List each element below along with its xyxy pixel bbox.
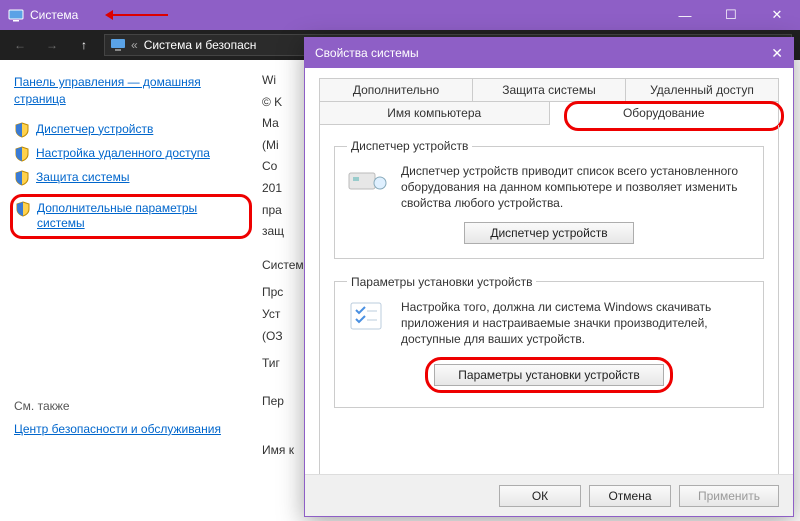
- nav-back-button[interactable]: ←: [8, 33, 32, 57]
- sidebar-item-label: Дополнительные параметры системы: [37, 201, 245, 232]
- ok-button[interactable]: ОК: [499, 485, 581, 507]
- sidebar-item-protection[interactable]: Защита системы: [14, 170, 252, 186]
- device-manager-icon: [347, 163, 389, 197]
- annotation-highlight: Параметры установки устройств: [425, 357, 673, 393]
- main-titlebar: Система — ☐ ✕: [0, 0, 800, 30]
- cropped-text: Уст: [262, 304, 304, 326]
- annotation-arrow: [108, 14, 168, 16]
- nav-forward-button[interactable]: →: [40, 33, 64, 57]
- sidebar-item-device-manager[interactable]: Диспетчер устройств: [14, 122, 252, 138]
- shield-icon: [14, 170, 30, 186]
- cropped-text: Ма: [262, 113, 304, 135]
- sidebar-item-label: Настройка удаленного доступа: [36, 146, 210, 162]
- close-button[interactable]: ✕: [754, 0, 800, 30]
- sidebar-item-label: Диспетчер устройств: [36, 122, 153, 138]
- tab-panel-hardware: Диспетчер устройств Диспетчер устройств …: [319, 125, 779, 495]
- group-device-install: Параметры установки устройств Настройка …: [334, 275, 764, 409]
- cropped-text: Wi: [262, 70, 304, 92]
- computer-icon: [111, 39, 125, 51]
- annotation-highlight: Дополнительные параметры системы: [10, 194, 252, 239]
- breadcrumb-chevrons: «: [131, 38, 138, 52]
- control-panel-home-link[interactable]: Панель управления — домашняя страница: [14, 74, 252, 108]
- cropped-text: Имя к: [262, 440, 304, 462]
- apply-button[interactable]: Применить: [679, 485, 779, 507]
- tab-strip: Дополнительно Защита системы Удаленный д…: [319, 78, 779, 125]
- shield-icon: [14, 146, 30, 162]
- group-description: Диспетчер устройств приводит список всег…: [401, 163, 751, 212]
- cropped-text: Прс: [262, 282, 304, 304]
- group-legend: Диспетчер устройств: [347, 139, 472, 153]
- tab-system-protection[interactable]: Защита системы: [473, 79, 626, 102]
- cropped-text: (ОЗ: [262, 326, 304, 348]
- cropped-text: пра: [262, 200, 304, 222]
- tab-remote[interactable]: Удаленный доступ: [626, 79, 778, 102]
- see-also-heading: См. также: [14, 399, 252, 413]
- group-legend: Параметры установки устройств: [347, 275, 536, 289]
- dialog-footer: ОК Отмена Применить: [305, 474, 793, 516]
- system-icon: [8, 7, 24, 23]
- dialog-title: Свойства системы: [315, 46, 419, 60]
- maximize-button[interactable]: ☐: [708, 0, 754, 30]
- tab-computer-name[interactable]: Имя компьютера: [320, 102, 550, 125]
- shield-icon: [15, 201, 31, 217]
- cropped-text: защ: [262, 221, 304, 243]
- dialog-titlebar: Свойства системы ✕: [305, 38, 793, 68]
- cropped-text: Тиг: [262, 353, 304, 375]
- shield-icon: [14, 122, 30, 138]
- window-controls: — ☐ ✕: [662, 0, 800, 30]
- sidebar-item-advanced[interactable]: Дополнительные параметры системы: [15, 201, 245, 232]
- group-device-manager: Диспетчер устройств Диспетчер устройств …: [334, 139, 764, 259]
- window-title: Система: [30, 8, 78, 22]
- dialog-body: Дополнительно Защита системы Удаленный д…: [305, 68, 793, 495]
- nav-up-button[interactable]: ↑: [72, 33, 96, 57]
- cancel-button[interactable]: Отмена: [589, 485, 671, 507]
- device-manager-button[interactable]: Диспетчер устройств: [464, 222, 634, 244]
- cropped-text: 201: [262, 178, 304, 200]
- cropped-text: © K: [262, 92, 304, 114]
- cropped-details-column: Wi © K Ма (Mi Co 201 пра защ Систем Прс …: [262, 60, 304, 521]
- group-description: Настройка того, должна ли система Window…: [401, 299, 751, 348]
- tab-hardware[interactable]: Оборудование: [550, 102, 779, 125]
- breadcrumb-text: Система и безопасн: [144, 38, 257, 52]
- left-pane: Панель управления — домашняя страница Ди…: [0, 60, 262, 521]
- cropped-text: Систем: [262, 255, 304, 277]
- dialog-close-button[interactable]: ✕: [771, 45, 783, 62]
- tab-advanced[interactable]: Дополнительно: [320, 79, 473, 102]
- sidebar-item-remote[interactable]: Настройка удаленного доступа: [14, 146, 252, 162]
- device-install-settings-button[interactable]: Параметры установки устройств: [434, 364, 664, 386]
- system-properties-dialog: Свойства системы ✕ Дополнительно Защита …: [304, 37, 794, 517]
- minimize-button[interactable]: —: [662, 0, 708, 30]
- cropped-text: Co: [262, 156, 304, 178]
- cropped-text: (Mi: [262, 135, 304, 157]
- sidebar-item-label: Защита системы: [36, 170, 129, 186]
- see-also-security-link[interactable]: Центр безопасности и обслуживания: [14, 421, 252, 438]
- cropped-text: Пер: [262, 391, 304, 413]
- checklist-icon: [347, 299, 389, 333]
